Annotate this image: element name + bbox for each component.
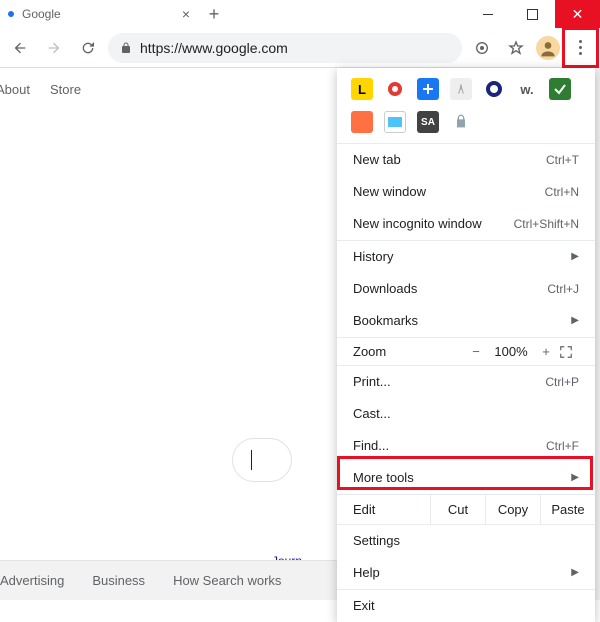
footer-how-search-works[interactable]: How Search works: [173, 573, 281, 588]
new-tab-button[interactable]: +: [200, 0, 228, 28]
menu-label: Edit: [337, 495, 430, 524]
menu-label: Settings: [353, 532, 400, 550]
tab-title: Google: [22, 7, 61, 21]
menu-item-zoom: Zoom − 100% +: [337, 338, 595, 365]
text-cursor: [251, 450, 252, 470]
extension-icon[interactable]: SA: [417, 111, 439, 133]
extension-icon[interactable]: [351, 111, 373, 133]
back-button[interactable]: [6, 34, 34, 62]
menu-shortcut: Ctrl+J: [547, 280, 579, 298]
extension-icon[interactable]: L: [351, 78, 373, 100]
location-icon[interactable]: [468, 34, 496, 62]
submenu-arrow-icon: ▶: [571, 469, 579, 487]
submenu-arrow-icon: ▶: [571, 564, 579, 582]
menu-label: More tools: [353, 469, 414, 487]
lock-icon: [120, 42, 132, 54]
menu-label: Bookmarks: [353, 312, 418, 330]
chrome-menu-button[interactable]: [566, 34, 594, 62]
menu-item-settings[interactable]: Settings: [337, 525, 595, 557]
menu-label: Zoom: [353, 344, 463, 359]
menu-shortcut: Ctrl+N: [545, 183, 579, 201]
menu-shortcut: Ctrl+P: [545, 373, 579, 391]
browser-toolbar: https://www.google.com: [0, 28, 600, 68]
menu-item-new-incognito[interactable]: New incognito window Ctrl+Shift+N: [337, 208, 595, 240]
forward-button[interactable]: [40, 34, 68, 62]
extension-icon[interactable]: [450, 111, 472, 133]
favicon-icon: [8, 11, 14, 17]
chrome-menu: L w. SA New tab Ctrl+T New window Ctrl+N N…: [337, 68, 595, 622]
window-close-button[interactable]: ✕: [555, 0, 600, 28]
submenu-arrow-icon: ▶: [571, 248, 579, 266]
menu-label: Help: [353, 564, 380, 582]
menu-item-find[interactable]: Find... Ctrl+F: [337, 430, 595, 462]
menu-label: Print...: [353, 373, 391, 391]
menu-label: New window: [353, 183, 426, 201]
menu-label: New incognito window: [353, 215, 482, 233]
fullscreen-icon[interactable]: [559, 345, 585, 359]
menu-shortcut: Ctrl+T: [546, 151, 579, 169]
search-box[interactable]: [232, 438, 292, 482]
titlebar-drag-area[interactable]: [228, 0, 465, 28]
window-controls: ✕: [465, 0, 600, 28]
window-maximize-button[interactable]: [510, 0, 555, 28]
extensions-row: L w. SA: [337, 68, 595, 143]
edit-copy-button[interactable]: Copy: [485, 495, 540, 524]
menu-item-help[interactable]: Help ▶: [337, 557, 595, 589]
menu-label: Cast...: [353, 405, 391, 423]
zoom-in-button[interactable]: +: [533, 344, 559, 359]
menu-item-print[interactable]: Print... Ctrl+P: [337, 366, 595, 398]
window-minimize-button[interactable]: [465, 0, 510, 28]
menu-item-history[interactable]: History ▶: [337, 241, 595, 273]
title-bar: Google × + ✕: [0, 0, 600, 28]
menu-item-edit: Edit Cut Copy Paste: [337, 495, 595, 524]
edit-paste-button[interactable]: Paste: [540, 495, 595, 524]
browser-tab[interactable]: Google ×: [0, 0, 200, 28]
extension-icon[interactable]: [384, 78, 406, 100]
menu-item-more-tools[interactable]: More tools ▶: [337, 462, 595, 494]
profile-avatar[interactable]: [536, 36, 560, 60]
footer-business[interactable]: Business: [92, 573, 145, 588]
menu-item-new-tab[interactable]: New tab Ctrl+T: [337, 144, 595, 176]
reload-button[interactable]: [74, 34, 102, 62]
menu-item-downloads[interactable]: Downloads Ctrl+J: [337, 273, 595, 305]
nav-store[interactable]: Store: [50, 82, 81, 97]
url-text: https://www.google.com: [140, 40, 288, 56]
extension-icon[interactable]: [450, 78, 472, 100]
menu-label: New tab: [353, 151, 401, 169]
menu-item-exit[interactable]: Exit: [337, 590, 595, 622]
footer-advertising[interactable]: Advertising: [0, 573, 64, 588]
menu-shortcut: Ctrl+Shift+N: [514, 215, 579, 233]
menu-item-new-window[interactable]: New window Ctrl+N: [337, 176, 595, 208]
extension-icon[interactable]: [549, 78, 571, 100]
extension-icon[interactable]: [384, 111, 406, 133]
nav-about[interactable]: About: [0, 82, 30, 97]
extension-icon[interactable]: w.: [516, 78, 538, 100]
extension-icon[interactable]: [417, 78, 439, 100]
zoom-value: 100%: [489, 344, 533, 359]
zoom-out-button[interactable]: −: [463, 344, 489, 359]
edit-cut-button[interactable]: Cut: [430, 495, 485, 524]
tab-close-icon[interactable]: ×: [182, 6, 190, 22]
extension-icon[interactable]: [483, 78, 505, 100]
menu-item-cast[interactable]: Cast...: [337, 398, 595, 430]
menu-label: Downloads: [353, 280, 417, 298]
menu-label: History: [353, 248, 393, 266]
submenu-arrow-icon: ▶: [571, 312, 579, 330]
menu-label: Find...: [353, 437, 389, 455]
address-bar[interactable]: https://www.google.com: [108, 33, 462, 63]
bookmark-star-icon[interactable]: [502, 34, 530, 62]
menu-item-bookmarks[interactable]: Bookmarks ▶: [337, 305, 595, 337]
menu-shortcut: Ctrl+F: [546, 437, 579, 455]
